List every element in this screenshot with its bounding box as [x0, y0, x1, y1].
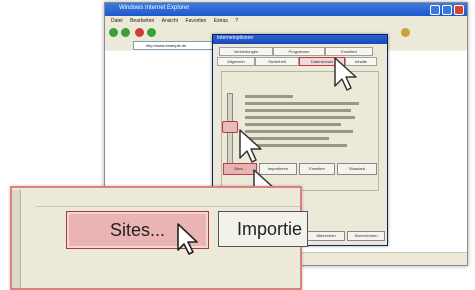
close-icon[interactable]	[454, 5, 464, 15]
tab-general[interactable]: Allgemein	[217, 57, 255, 66]
favorites-icon[interactable]	[401, 28, 410, 37]
privacy-slider-thumb[interactable]	[222, 121, 238, 133]
cursor-icon	[334, 57, 357, 91]
browser-menubar: Datei Bearbeiten Ansicht Favoriten Extra…	[105, 16, 467, 26]
import-button-label: Importie	[237, 218, 303, 239]
sites-button-label: Sites...	[109, 219, 166, 240]
address-value: http://www.example.de	[146, 43, 187, 48]
tab-programs[interactable]: Programme	[273, 47, 325, 56]
menu-ansicht[interactable]: Ansicht	[162, 18, 178, 24]
tab-advanced[interactable]: Erweitert	[325, 47, 373, 56]
dialog-titlebar: Internetoptionen	[213, 35, 387, 44]
zoom-left-edge	[12, 190, 21, 288]
dialog-title: Internetoptionen	[217, 35, 254, 41]
menu-favoriten[interactable]: Favoriten	[185, 18, 206, 24]
menu-extras[interactable]: Extras	[214, 18, 228, 24]
default-button[interactable]: Standard	[337, 163, 377, 175]
refresh-icon[interactable]	[147, 28, 156, 37]
import-button[interactable]: Importie	[218, 211, 308, 247]
cursor-icon	[239, 129, 262, 163]
back-icon[interactable]	[109, 28, 118, 37]
zoom-divider	[36, 206, 300, 207]
forward-icon[interactable]	[121, 28, 130, 37]
browser-titlebar: Windows Internet Explorer	[105, 3, 467, 16]
tab-connections[interactable]: Verbindungen	[219, 47, 273, 56]
maximize-icon[interactable]	[442, 5, 452, 15]
browser-title: Windows Internet Explorer	[119, 5, 190, 11]
zoom-callout: Sites... Importie	[10, 186, 308, 290]
minimize-icon[interactable]	[430, 5, 440, 15]
stop-icon[interactable]	[135, 28, 144, 37]
advanced-button[interactable]: Erweitert	[299, 163, 335, 175]
cursor-icon	[177, 223, 198, 255]
apply-button[interactable]: Übernehmen	[347, 231, 385, 241]
menu-datei[interactable]: Datei	[111, 18, 123, 24]
cancel-button[interactable]: Abbrechen	[307, 231, 345, 241]
menu-bearbeiten[interactable]: Bearbeiten	[130, 18, 154, 24]
menu-help[interactable]: ?	[235, 18, 238, 24]
tab-security[interactable]: Sicherheit	[255, 57, 299, 66]
